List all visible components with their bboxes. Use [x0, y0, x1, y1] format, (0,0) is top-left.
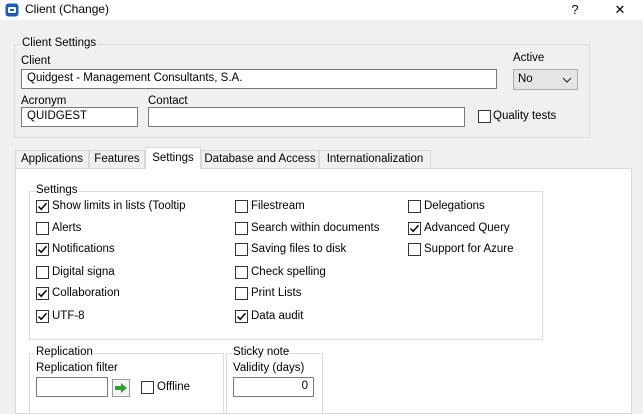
active-select-value: No: [518, 73, 533, 85]
alerts-label: Alerts: [52, 222, 82, 234]
delegations-label: Delegations: [424, 200, 485, 212]
notifications-checkbox[interactable]: [36, 243, 49, 256]
print-lists-checkbox[interactable]: [235, 287, 248, 300]
tab-database-and-access[interactable]: Database and Access: [201, 150, 319, 168]
saving-files-to-disk-label: Saving files to disk: [251, 243, 347, 255]
tab-settings[interactable]: Settings: [145, 147, 201, 169]
chevron-down-icon: [562, 75, 572, 87]
tab-applications[interactable]: Applications: [15, 150, 89, 168]
collaboration-checkbox[interactable]: [36, 287, 49, 300]
replication-filter-input[interactable]: [36, 377, 108, 397]
validity-label: Validity (days): [233, 362, 305, 374]
notifications-label: Notifications: [52, 243, 115, 255]
advanced-query-label: Advanced Query: [424, 222, 510, 234]
settings-legend: Settings: [35, 184, 79, 196]
contact-label: Contact: [148, 95, 188, 107]
print-lists-label: Print Lists: [251, 287, 302, 299]
validity-input[interactable]: 0: [233, 377, 314, 397]
help-button[interactable]: ?: [552, 0, 598, 20]
support-for-azure-checkbox[interactable]: [408, 243, 421, 256]
advanced-query-checkbox[interactable]: [408, 222, 421, 235]
replication-legend: Replication: [35, 346, 94, 358]
filestream-checkbox[interactable]: [235, 200, 248, 213]
quality-tests-label: Quality tests: [493, 110, 557, 122]
quality-tests-checkbox[interactable]: [478, 110, 491, 123]
arrow-right-icon: [114, 381, 128, 398]
utf-8-label: UTF-8: [52, 310, 85, 322]
app-icon: [5, 3, 19, 17]
tab-features[interactable]: Features: [89, 150, 145, 168]
offline-checkbox[interactable]: [141, 381, 154, 394]
saving-files-to-disk-checkbox[interactable]: [235, 243, 248, 256]
contact-input[interactable]: [148, 107, 465, 127]
collaboration-label: Collaboration: [52, 287, 120, 299]
show-limits-in-lists-tooltip-label: Show limits in lists (Tooltip: [52, 200, 186, 212]
client-input[interactable]: Quidgest - Management Consultants, S.A.: [21, 69, 497, 89]
data-audit-label: Data audit: [251, 310, 304, 322]
filestream-label: Filestream: [251, 200, 305, 212]
tab-internationalization[interactable]: Internationalization: [319, 150, 431, 168]
active-label: Active: [513, 52, 545, 64]
data-audit-checkbox[interactable]: [235, 310, 248, 323]
close-button[interactable]: ✕: [597, 0, 643, 20]
sticky-note-legend: Sticky note: [232, 346, 291, 358]
replication-filter-label: Replication filter: [36, 362, 118, 374]
acronym-label: Acronym: [21, 95, 67, 107]
search-within-documents-checkbox[interactable]: [235, 222, 248, 235]
utf-8-checkbox[interactable]: [36, 310, 49, 323]
alerts-checkbox[interactable]: [36, 222, 49, 235]
offline-label: Offline: [157, 381, 191, 393]
digital-signa-label: Digital signa: [52, 266, 115, 278]
acronym-input[interactable]: QUIDGEST: [21, 107, 138, 127]
check-spelling-label: Check spelling: [251, 266, 326, 278]
delegations-checkbox[interactable]: [408, 200, 421, 213]
search-within-documents-label: Search within documents: [251, 222, 380, 234]
digital-signa-checkbox[interactable]: [36, 266, 49, 279]
window-title: Client (Change): [25, 2, 110, 16]
replication-filter-button[interactable]: [112, 379, 130, 397]
show-limits-in-lists-tooltip-checkbox[interactable]: [36, 200, 49, 213]
check-spelling-checkbox[interactable]: [235, 266, 248, 279]
active-select[interactable]: No: [513, 69, 578, 90]
client-label: Client: [21, 55, 51, 67]
support-for-azure-label: Support for Azure: [424, 243, 514, 255]
client-settings-legend: Client Settings: [21, 37, 98, 49]
